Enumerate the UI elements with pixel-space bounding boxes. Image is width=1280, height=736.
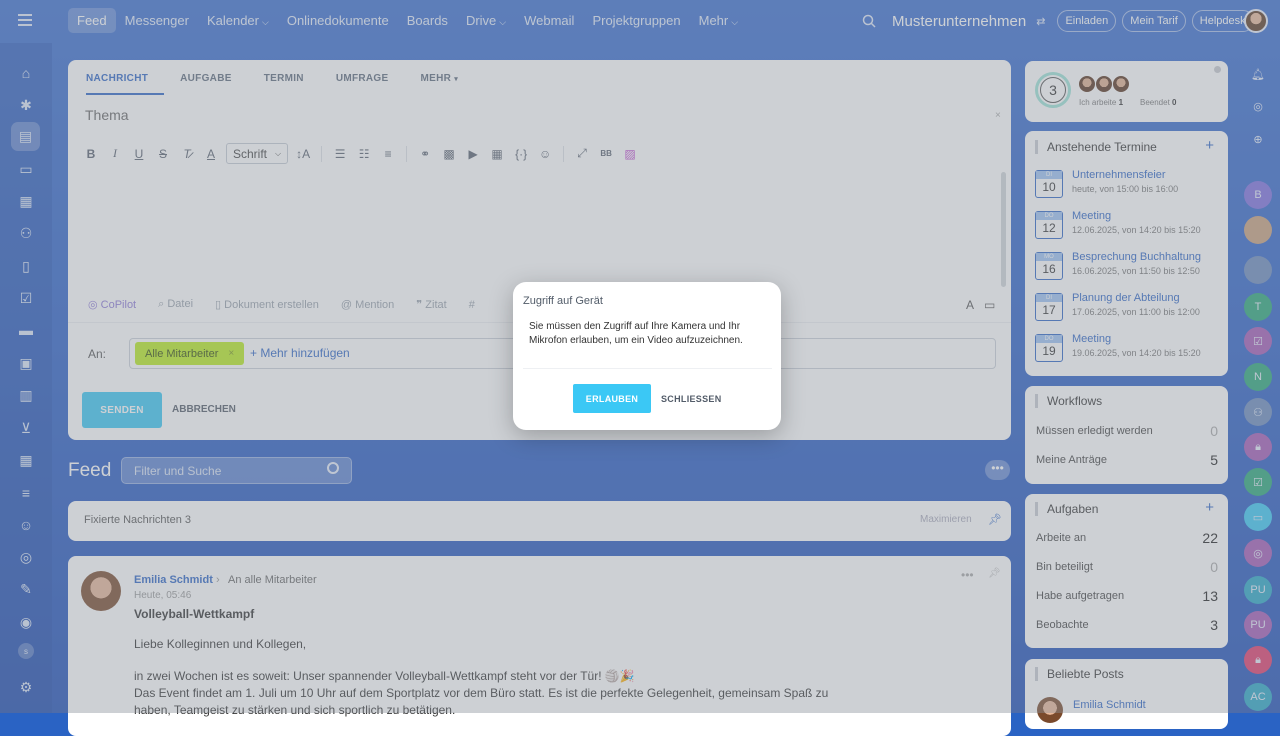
close-button[interactable]: SCHLIESSEN [661,394,722,404]
divider [523,368,772,369]
device-access-dialog: Zugriff auf Gerät Sie müssen den Zugriff… [513,282,781,430]
dialog-message: Sie müssen den Zugriff auf Ihre Kamera u… [529,321,743,346]
dialog-title: Zugriff auf Gerät [523,295,603,307]
allow-button[interactable]: ERLAUBEN [573,384,651,413]
